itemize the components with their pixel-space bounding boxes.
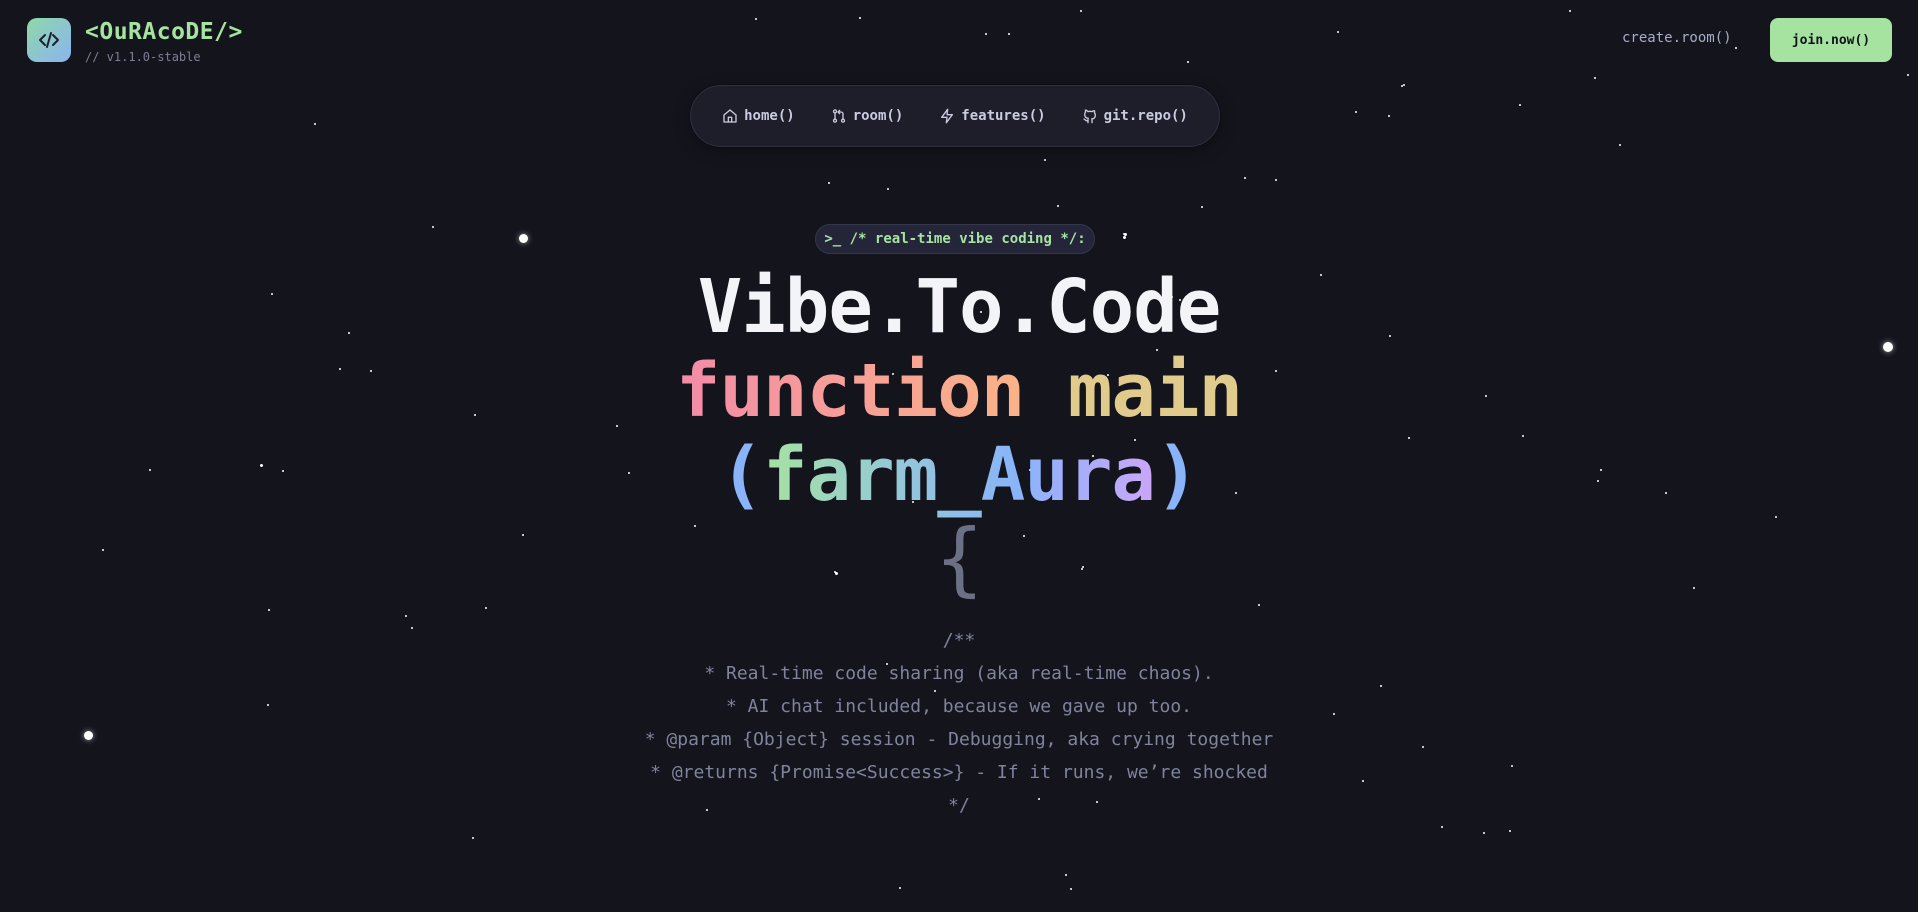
star [1735, 47, 1737, 49]
doc-comment-line: * @param {Object} session - Debugging, a… [644, 729, 1274, 750]
star [518, 233, 528, 243]
tagline-badge: >_ /* real-time vibe coding */: [815, 224, 1095, 254]
hero-function-line: function main [0, 349, 1918, 433]
star [887, 188, 889, 190]
star [1401, 85, 1403, 87]
star [1388, 115, 1390, 117]
git-pull-request-icon [832, 109, 845, 123]
nav-item-label: room() [852, 108, 904, 124]
star [1080, 10, 1082, 12]
star [755, 18, 757, 20]
hero-heading: Vibe.To.Code function main (farm_Aura) { [0, 265, 1918, 601]
star [1244, 177, 1246, 179]
function-keyword: function [675, 348, 1025, 434]
doc-comment-line: /** [942, 630, 976, 651]
nav-item-home[interactable]: home() [722, 108, 795, 124]
doc-comment-line: * @returns {Promise<Success>} - If it ru… [650, 762, 1268, 783]
nav-item-git-repo[interactable]: git.repo() [1082, 108, 1188, 124]
join-now-button[interactable]: join.now() [1770, 18, 1892, 62]
lightning-icon [941, 108, 954, 124]
close-paren: ) [1154, 432, 1200, 518]
nav-item-label: features() [961, 108, 1046, 124]
nav-item-features[interactable]: features() [939, 108, 1046, 124]
star [859, 17, 861, 19]
doc-comment: /** * Real-time code sharing (aka real-t… [0, 624, 1918, 822]
star [1065, 874, 1067, 876]
star [1355, 111, 1357, 113]
star [1123, 232, 1127, 236]
star [485, 607, 487, 609]
star [472, 837, 474, 839]
logo[interactable]: <OuRAcoDE/> // v1.1.0-stable [27, 18, 243, 64]
star [1509, 830, 1511, 832]
star [1201, 206, 1203, 208]
star [899, 887, 901, 889]
hero-title: Vibe.To.Code [697, 264, 1222, 350]
star [1403, 84, 1405, 86]
logo-text: <OuRAcoDE/> // v1.1.0-stable [85, 19, 243, 64]
star [1258, 604, 1260, 606]
hero-params-line: (farm_Aura) [0, 433, 1918, 517]
star [1519, 104, 1521, 106]
star [1122, 235, 1126, 239]
star [1569, 10, 1571, 12]
star [1275, 179, 1277, 181]
star [1619, 144, 1621, 146]
github-icon [1082, 109, 1096, 124]
star [405, 615, 407, 617]
star [314, 123, 316, 125]
open-brace: { [935, 512, 983, 605]
code-icon [27, 18, 71, 62]
doc-comment-line: * Real-time code sharing (aka real-time … [704, 663, 1214, 684]
star [828, 182, 830, 184]
star [1044, 159, 1046, 161]
star [985, 33, 987, 35]
nav-item-room[interactable]: room() [831, 108, 904, 124]
star [1123, 233, 1125, 235]
star [1441, 826, 1443, 828]
doc-comment-line: * AI chat included, because we gave up t… [726, 696, 1192, 717]
doc-comment-line: */ [948, 795, 970, 816]
star [1070, 888, 1072, 890]
nav-item-label: home() [744, 108, 795, 124]
nav-item-label: git.repo() [1103, 108, 1188, 124]
star [1057, 205, 1059, 207]
home-icon [723, 109, 737, 123]
brand-name: <OuRAcoDE/> [85, 19, 243, 45]
version-label: // v1.1.0-stable [85, 50, 201, 64]
function-name: main [1067, 348, 1243, 434]
star [1594, 77, 1596, 79]
star [432, 226, 434, 228]
star [1008, 33, 1010, 35]
star [1337, 31, 1339, 33]
main-nav: home() room() features() git.repo() [690, 85, 1220, 147]
star [268, 609, 270, 611]
param-name: farm_Aura [763, 432, 1156, 518]
star [1483, 832, 1485, 834]
star [1907, 74, 1909, 76]
star [1187, 61, 1189, 63]
create-room-link[interactable]: create.room() [1622, 30, 1732, 46]
open-paren: ( [719, 432, 764, 518]
